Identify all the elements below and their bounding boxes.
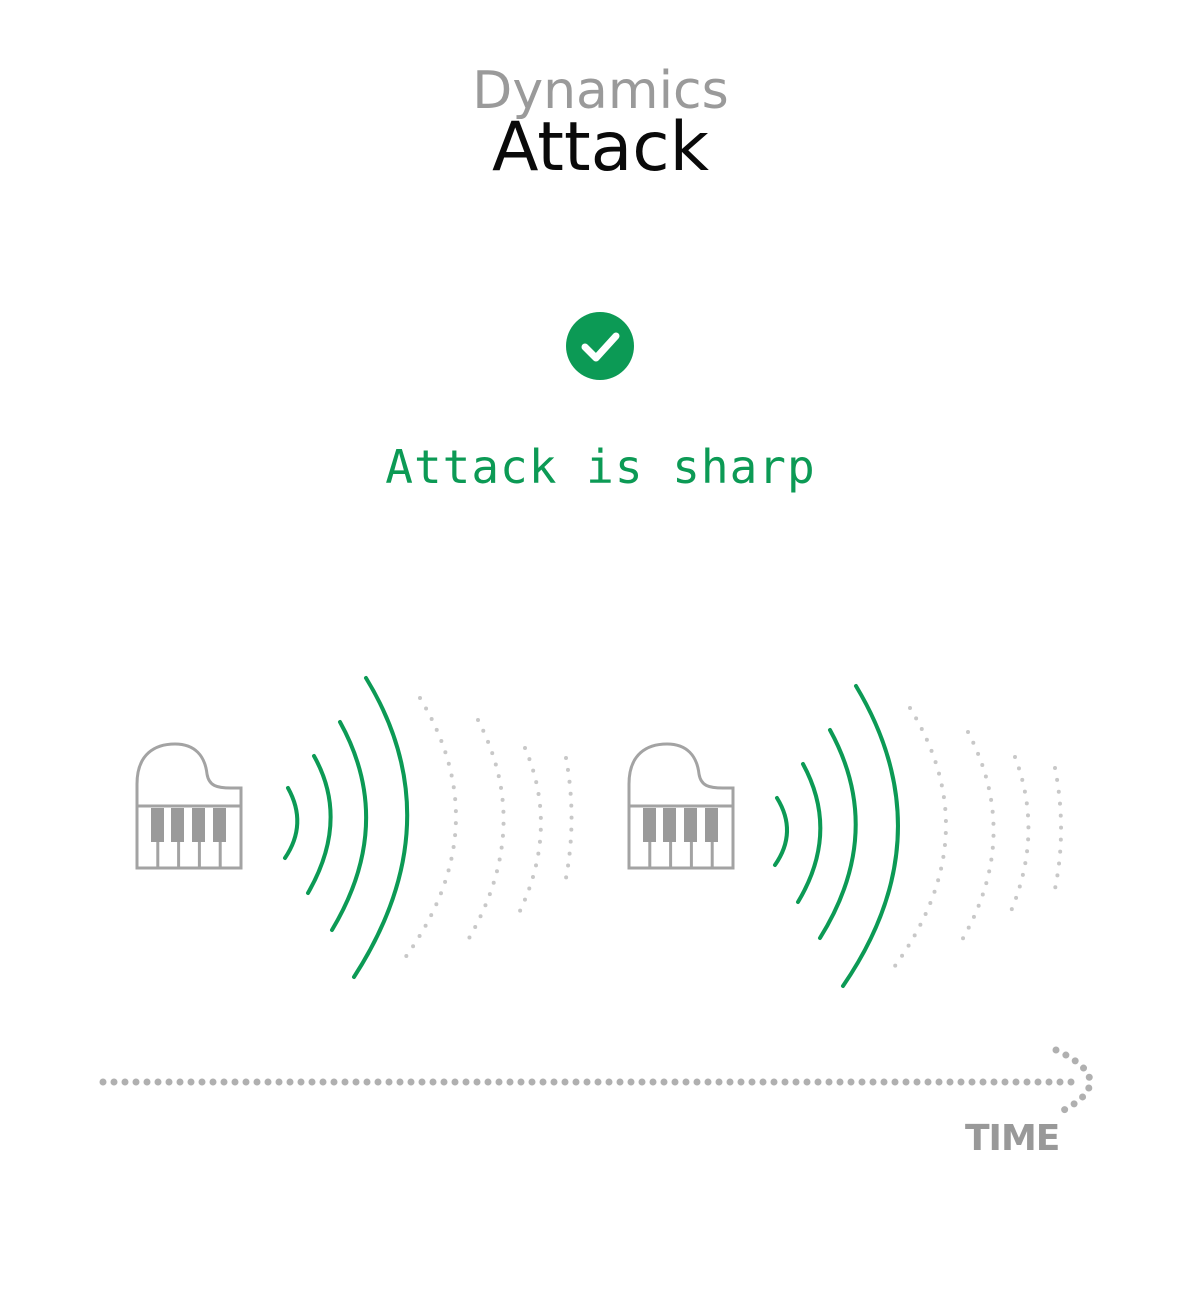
grand-piano-icon (627, 742, 735, 870)
time-label: TIME (965, 1118, 1060, 1159)
grand-piano-icon (135, 742, 243, 870)
arrow-right-icon (99, 1046, 1094, 1118)
sound-waves-decay (400, 696, 574, 964)
sound-waves-sharp (773, 684, 900, 988)
sound-waves-sharp (283, 676, 410, 979)
attack-diagram (99, 676, 1094, 1118)
sound-waves-decay (890, 706, 1063, 972)
